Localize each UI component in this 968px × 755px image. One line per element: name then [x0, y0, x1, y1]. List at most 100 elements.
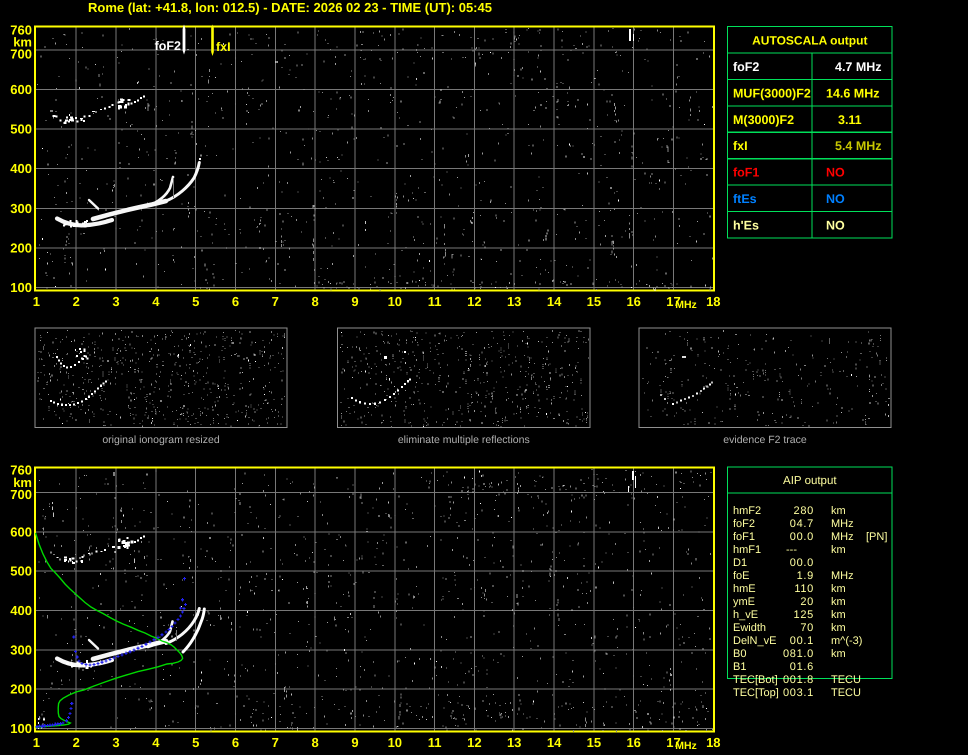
svg-text:1: 1	[33, 735, 40, 750]
svg-text:16: 16	[626, 735, 640, 750]
svg-text:3: 3	[112, 735, 119, 750]
svg-text:300: 300	[10, 201, 32, 216]
svg-text:fxI: fxI	[733, 139, 748, 153]
svg-text:200: 200	[10, 240, 32, 255]
svg-text:MHz: MHz	[675, 299, 697, 311]
svg-text:MHz: MHz	[831, 570, 854, 582]
svg-text:NO: NO	[826, 192, 845, 206]
svg-text:evidence F2 trace: evidence F2 trace	[723, 434, 807, 446]
svg-text:1: 1	[33, 294, 40, 309]
svg-text:280: 280	[794, 505, 814, 517]
svg-text:h_vE: h_vE	[733, 609, 758, 621]
svg-text:5: 5	[192, 294, 199, 309]
svg-text:13: 13	[507, 294, 521, 309]
svg-text:MHz: MHz	[675, 740, 697, 752]
svg-text:foF1: foF1	[733, 531, 755, 543]
svg-text:h'Es: h'Es	[733, 219, 759, 233]
svg-text:04.7: 04.7	[790, 518, 814, 530]
svg-text:km: km	[831, 609, 846, 621]
svg-text:7: 7	[272, 294, 279, 309]
svg-text:10: 10	[388, 735, 402, 750]
svg-text:00.0: 00.0	[790, 557, 814, 569]
svg-text:15: 15	[587, 735, 601, 750]
svg-text:110: 110	[794, 583, 814, 595]
svg-text:400: 400	[10, 161, 32, 176]
svg-text:10: 10	[388, 294, 402, 309]
svg-text:6: 6	[232, 735, 239, 750]
svg-text:18: 18	[706, 735, 720, 750]
svg-text:125: 125	[794, 609, 814, 621]
svg-text:eliminate multiple reflections: eliminate multiple reflections	[398, 434, 530, 446]
svg-text:foF2: foF2	[155, 39, 181, 53]
svg-text:ymE: ymE	[733, 596, 755, 608]
svg-text:MHz: MHz	[831, 518, 854, 530]
svg-text:16: 16	[626, 294, 640, 309]
svg-text:500: 500	[10, 564, 32, 579]
svg-text:20: 20	[800, 596, 814, 608]
svg-text:foF2: foF2	[733, 60, 759, 74]
svg-text:200: 200	[10, 682, 32, 697]
svg-text:15: 15	[587, 294, 601, 309]
svg-text:00.0: 00.0	[790, 531, 814, 543]
svg-text:D1: D1	[733, 557, 747, 569]
svg-text:B0: B0	[733, 648, 746, 660]
svg-text:5: 5	[192, 735, 199, 750]
svg-text:11: 11	[428, 294, 442, 309]
svg-text:AIP output: AIP output	[783, 475, 837, 487]
svg-text:70: 70	[800, 622, 814, 634]
svg-text:km: km	[831, 544, 846, 556]
svg-text:600: 600	[10, 524, 32, 539]
svg-text:MHz: MHz	[831, 531, 854, 543]
svg-text:9: 9	[351, 294, 358, 309]
svg-text:m^(-3): m^(-3)	[831, 635, 862, 647]
svg-text:6: 6	[232, 294, 239, 309]
svg-text:4: 4	[152, 294, 160, 309]
svg-text:ftEs: ftEs	[733, 192, 757, 206]
svg-text:foF1: foF1	[733, 166, 759, 180]
svg-text:300: 300	[10, 642, 32, 657]
svg-text:600: 600	[10, 82, 32, 97]
svg-text:M(3000)F2: M(3000)F2	[733, 113, 794, 127]
svg-text:3: 3	[112, 294, 119, 309]
svg-text:13: 13	[507, 735, 521, 750]
svg-text:original ionogram resized: original ionogram resized	[102, 434, 219, 446]
svg-text:TEC[Bot]: TEC[Bot]	[733, 674, 778, 686]
svg-text:7: 7	[272, 735, 279, 750]
svg-text:MUF(3000)F2: MUF(3000)F2	[733, 86, 811, 100]
svg-text:4.7 MHz: 4.7 MHz	[835, 60, 882, 74]
svg-text:foF2: foF2	[733, 518, 755, 530]
svg-text:km: km	[831, 596, 846, 608]
svg-text:DelN_vE: DelN_vE	[733, 635, 776, 647]
svg-text:hmF1: hmF1	[733, 544, 761, 556]
svg-text:km: km	[831, 505, 846, 517]
svg-text:01.6: 01.6	[790, 661, 814, 673]
svg-text:TEC[Top]: TEC[Top]	[733, 687, 779, 699]
svg-text:NO: NO	[826, 166, 845, 180]
svg-text:---: ---	[786, 544, 797, 556]
svg-text:hmE: hmE	[733, 583, 756, 595]
svg-text:NO: NO	[826, 219, 845, 233]
svg-text:[PN]: [PN]	[866, 531, 887, 543]
svg-text:AUTOSCALA output: AUTOSCALA output	[752, 34, 867, 48]
svg-text:8: 8	[311, 294, 318, 309]
svg-text:fxI: fxI	[216, 40, 231, 54]
svg-text:18: 18	[706, 294, 720, 309]
svg-text:9: 9	[351, 735, 358, 750]
svg-text:TECU: TECU	[831, 687, 861, 699]
svg-text:1.9: 1.9	[797, 570, 814, 582]
svg-text:B1: B1	[733, 661, 746, 673]
svg-text:14.6 MHz: 14.6 MHz	[826, 86, 880, 100]
svg-text:500: 500	[10, 122, 32, 137]
svg-text:hmF2: hmF2	[733, 505, 761, 517]
svg-text:foE: foE	[733, 570, 750, 582]
svg-text:Ewidth: Ewidth	[733, 622, 766, 634]
svg-text:km: km	[831, 583, 846, 595]
svg-text:km: km	[831, 648, 846, 660]
svg-text:081.0: 081.0	[783, 648, 814, 660]
svg-text:4: 4	[152, 735, 160, 750]
svg-text:700: 700	[10, 487, 32, 502]
svg-text:km: km	[831, 622, 846, 634]
svg-text:11: 11	[428, 735, 442, 750]
svg-text:001.8: 001.8	[783, 674, 814, 686]
svg-text:100: 100	[10, 280, 32, 295]
